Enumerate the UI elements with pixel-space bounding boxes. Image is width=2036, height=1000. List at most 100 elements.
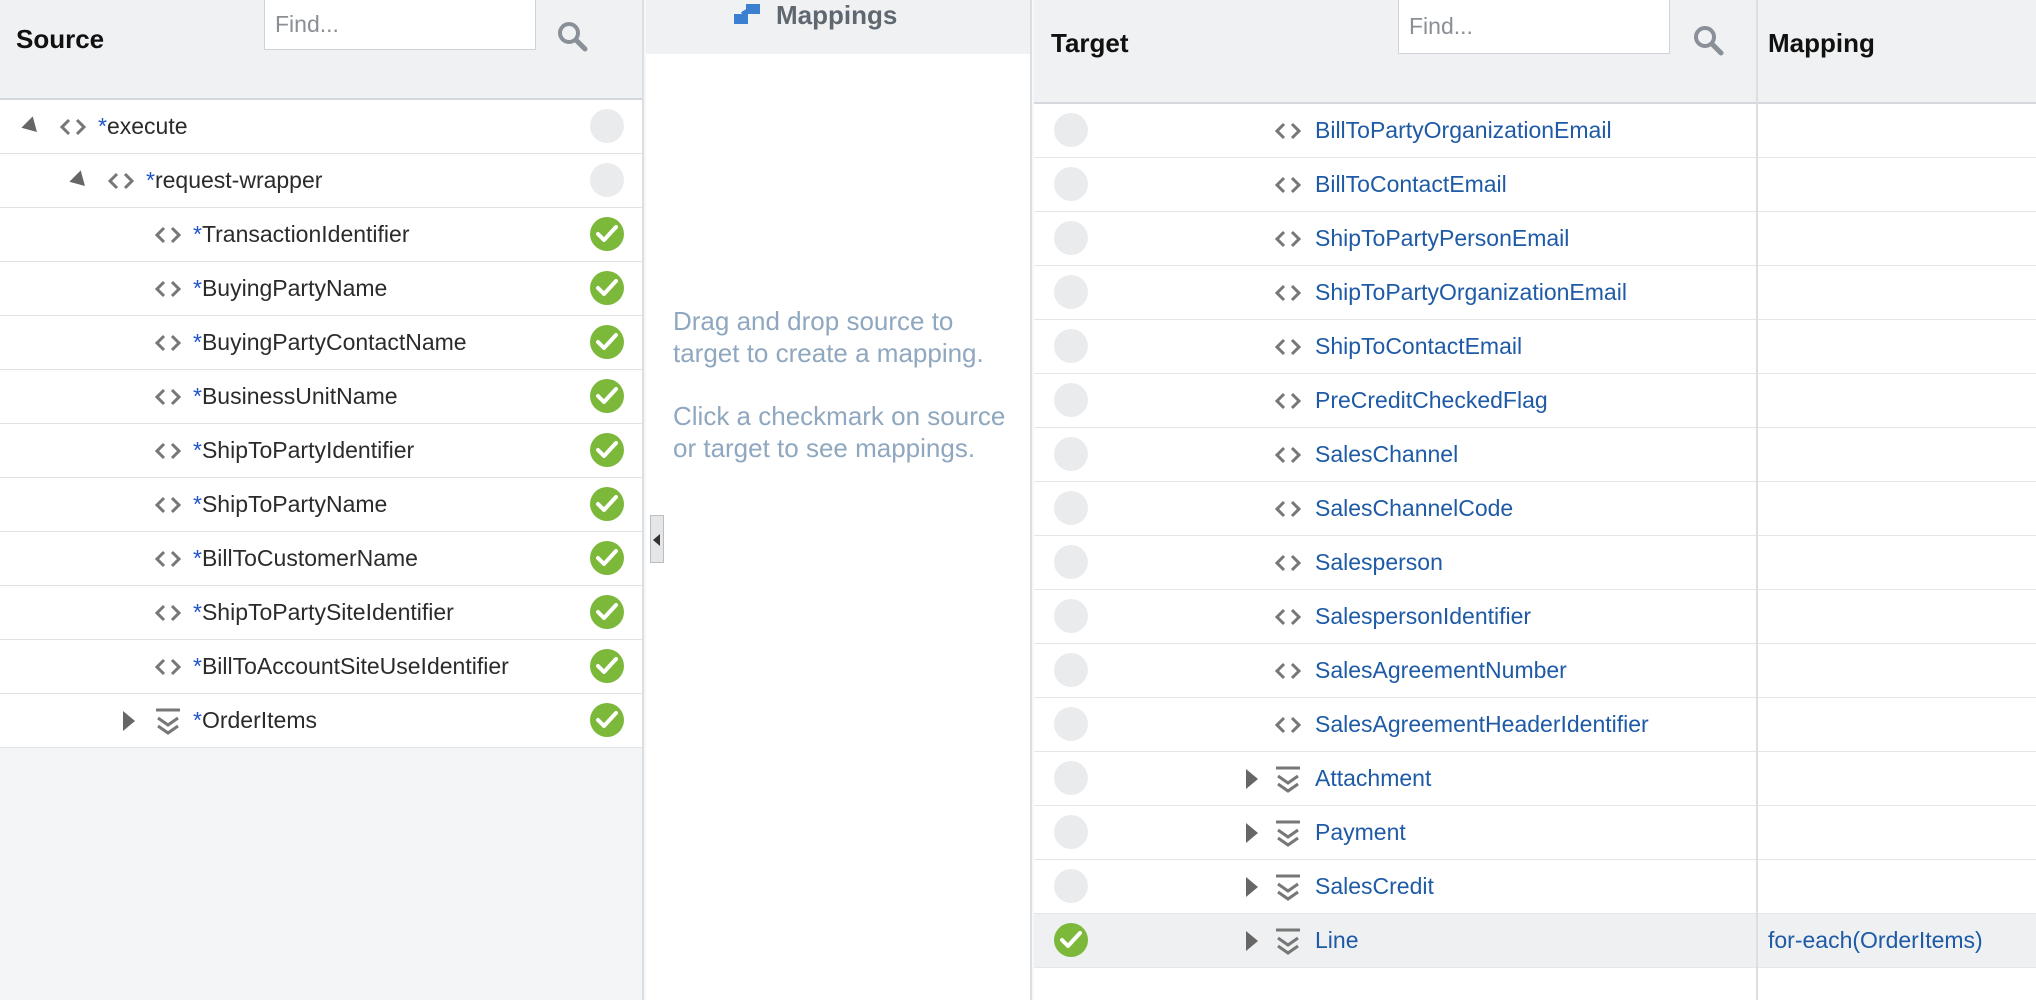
source-tree-row[interactable]: *OrderItems (0, 694, 642, 748)
target-tree-row[interactable]: SalesAgreementHeaderIdentifier (1034, 698, 2036, 752)
unmapped-status-icon[interactable] (1054, 815, 1088, 849)
mapped-check-icon[interactable] (590, 433, 624, 467)
source-node-label: *request-wrapper (146, 167, 322, 194)
unmapped-status-icon[interactable] (590, 109, 624, 143)
collapse-triangle-icon[interactable] (69, 170, 91, 192)
unmapped-status-icon[interactable] (1054, 653, 1088, 687)
source-node-label: *BuyingPartyName (193, 275, 387, 302)
unmapped-status-icon[interactable] (1054, 599, 1088, 633)
target-tree-row[interactable]: SalesCredit (1034, 860, 2036, 914)
element-icon (154, 225, 182, 245)
mapped-check-icon[interactable] (590, 595, 624, 629)
target-tree-row[interactable]: Payment (1034, 806, 2036, 860)
element-icon (154, 495, 182, 515)
unmapped-status-icon[interactable] (1054, 113, 1088, 147)
mapped-check-icon[interactable] (590, 217, 624, 251)
source-node-name: BillToAccountSiteUseIdentifier (201, 653, 509, 679)
repeating-element-icon (1274, 872, 1302, 907)
expand-triangle-icon[interactable] (123, 711, 135, 731)
unmapped-status-icon[interactable] (1054, 491, 1088, 525)
mappings-header: Mappings (646, 0, 1030, 54)
source-node-label: *BuyingPartyContactName (193, 329, 467, 356)
unmapped-status-icon[interactable] (1054, 167, 1088, 201)
element-icon (154, 549, 182, 569)
source-tree-row[interactable]: *BusinessUnitName (0, 370, 642, 424)
target-node-label: Salesperson (1315, 549, 1443, 575)
target-tree-row[interactable]: ShipToPartyOrganizationEmail (1034, 266, 2036, 320)
required-marker: * (193, 599, 202, 625)
mapped-check-icon[interactable] (1054, 923, 1088, 957)
expand-triangle-icon[interactable] (1246, 769, 1258, 789)
source-tree-row[interactable]: *BuyingPartyName (0, 262, 642, 316)
source-tree-row[interactable]: *BillToCustomerName (0, 532, 642, 586)
target-tree-row[interactable]: BillToContactEmail (1034, 158, 2036, 212)
source-tree-row[interactable]: *ShipToPartyIdentifier (0, 424, 642, 478)
expand-triangle-icon[interactable] (1246, 823, 1258, 843)
target-tree-row[interactable]: ShipToPartyPersonEmail (1034, 212, 2036, 266)
target-node-label: ShipToPartyOrganizationEmail (1315, 279, 1627, 305)
unmapped-status-icon[interactable] (1054, 437, 1088, 471)
collapse-pane-handle[interactable] (650, 515, 664, 563)
source-node-label: *BillToCustomerName (193, 545, 418, 572)
target-title: Target (1051, 28, 1129, 58)
source-tree-row[interactable]: *ShipToPartySiteIdentifier (0, 586, 642, 640)
target-pane: BillToPartyPersonEmailBillToPartyOrganiz… (1034, 0, 2036, 1000)
required-marker: * (193, 545, 202, 571)
target-tree-row[interactable]: Attachment (1034, 752, 2036, 806)
mapped-check-icon[interactable] (590, 703, 624, 737)
target-tree-row[interactable]: SalesAgreementNumber (1034, 644, 2036, 698)
unmapped-status-icon[interactable] (1054, 221, 1088, 255)
source-node-label: *ShipToPartySiteIdentifier (193, 599, 454, 626)
target-tree-row[interactable]: SalespersonIdentifier (1034, 590, 2036, 644)
target-find-input[interactable] (1398, 0, 1670, 54)
unmapped-status-icon[interactable] (590, 163, 624, 197)
element-icon (154, 387, 182, 407)
mapped-check-icon[interactable] (590, 487, 624, 521)
target-tree-row[interactable]: Line for-each(OrderItems) (1034, 914, 2036, 968)
unmapped-status-icon[interactable] (1054, 761, 1088, 795)
expand-triangle-icon[interactable] (1246, 931, 1258, 951)
source-tree-row[interactable]: *TransactionIdentifier (0, 208, 642, 262)
target-node-label: Line (1315, 927, 1359, 953)
required-marker: * (193, 707, 202, 733)
target-tree-row[interactable]: SalesChannelCode (1034, 482, 2036, 536)
unmapped-status-icon[interactable] (1054, 275, 1088, 309)
element-icon (154, 657, 182, 677)
target-tree-row[interactable]: SalesChannel (1034, 428, 2036, 482)
target-tree-row[interactable]: PreCreditCheckedFlag (1034, 374, 2036, 428)
mapped-check-icon[interactable] (590, 541, 624, 575)
mappings-icon (732, 0, 766, 35)
target-node-label: SalesChannelCode (1315, 495, 1514, 521)
mapped-check-icon[interactable] (590, 271, 624, 305)
source-search-icon[interactable] (554, 18, 594, 58)
collapse-triangle-icon[interactable] (21, 116, 43, 138)
source-node-name: ShipToPartyIdentifier (201, 437, 415, 463)
source-tree-row[interactable]: *execute (0, 100, 642, 154)
target-node-label: SalespersonIdentifier (1315, 603, 1532, 629)
source-tree-row[interactable]: *BuyingPartyContactName (0, 316, 642, 370)
target-tree-row[interactable]: BillToPartyOrganizationEmail (1034, 104, 2036, 158)
target-tree-row[interactable]: Salesperson (1034, 536, 2036, 590)
source-find-input[interactable] (264, 0, 536, 50)
target-node-label: BillToPartyOrganizationEmail (1315, 117, 1612, 143)
target-tree-row[interactable]: ShipToContactEmail (1034, 320, 2036, 374)
unmapped-status-icon[interactable] (1054, 383, 1088, 417)
element-icon (1274, 715, 1302, 740)
expand-triangle-icon[interactable] (1246, 877, 1258, 897)
mapping-expression[interactable]: for-each(OrderItems) (1768, 927, 1983, 954)
target-search-icon[interactable] (1690, 22, 1730, 62)
target-tree: BillToPartyPersonEmailBillToPartyOrganiz… (1034, 50, 2036, 968)
mapped-check-icon[interactable] (590, 379, 624, 413)
source-tree-row[interactable]: *BillToAccountSiteUseIdentifier (0, 640, 642, 694)
target-node-label: ShipToContactEmail (1315, 333, 1523, 359)
unmapped-status-icon[interactable] (1054, 707, 1088, 741)
mapped-check-icon[interactable] (590, 649, 624, 683)
mapped-check-icon[interactable] (590, 325, 624, 359)
source-node-name: BillToCustomerName (201, 545, 418, 571)
source-tree-row[interactable]: *request-wrapper (0, 154, 642, 208)
required-marker: * (193, 491, 202, 517)
unmapped-status-icon[interactable] (1054, 869, 1088, 903)
unmapped-status-icon[interactable] (1054, 545, 1088, 579)
source-tree-row[interactable]: *ShipToPartyName (0, 478, 642, 532)
unmapped-status-icon[interactable] (1054, 329, 1088, 363)
